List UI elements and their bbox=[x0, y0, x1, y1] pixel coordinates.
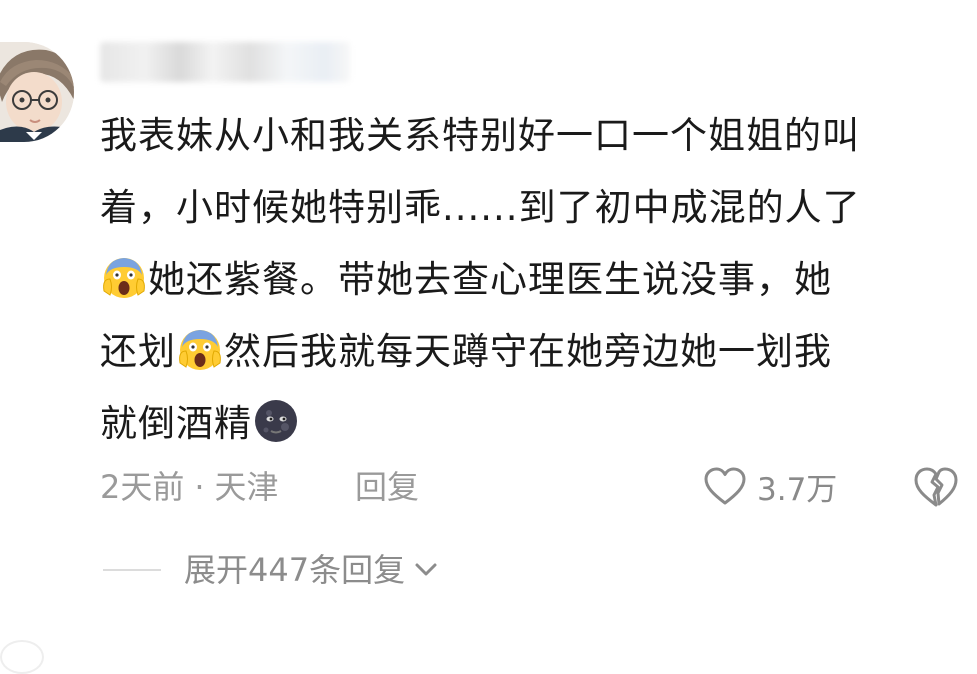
heart-icon bbox=[704, 467, 746, 505]
expand-replies-button[interactable]: 展开447条回复 bbox=[184, 546, 441, 594]
comment-line-4: 还划 然后我就每天蹲守在她旁边她一划我 bbox=[100, 316, 960, 388]
comment-text-segment: 然后我就每天蹲守在她旁边她一划我 bbox=[224, 330, 832, 373]
chevron-down-icon bbox=[415, 563, 437, 576]
meta-separator: · bbox=[194, 468, 205, 506]
comment-line-5: 就倒酒精 bbox=[100, 388, 960, 460]
broken-heart-icon[interactable] bbox=[912, 463, 960, 511]
screaming-face-emoji-icon bbox=[103, 258, 145, 298]
comment-text: 我表妹从小和我关系特别好一口一个姐姐的叫 着，小时候她特别乖......到了初中… bbox=[100, 100, 960, 460]
like-button[interactable]: 3.7万 bbox=[703, 462, 837, 510]
username-blurred[interactable] bbox=[100, 42, 350, 82]
comment-text-segment: 她还紫餐。带她去查心理医生说没事，她 bbox=[148, 258, 832, 301]
comment-location: 天津 bbox=[214, 468, 279, 506]
user-avatar[interactable] bbox=[0, 42, 74, 142]
expand-replies-label: 展开447条回复 bbox=[184, 551, 406, 589]
screaming-face-emoji-icon bbox=[179, 330, 221, 370]
comment-meta: 2天前 · 天津 bbox=[100, 463, 279, 511]
comment-text-segment: 我表妹从小和我关系特别好一口一个姐姐的叫 bbox=[100, 114, 860, 157]
reply-button[interactable]: 回复 bbox=[355, 463, 419, 511]
avatar-image bbox=[0, 42, 74, 142]
new-moon-face-emoji-icon bbox=[255, 400, 297, 442]
next-comment-avatar bbox=[0, 640, 44, 674]
comment-text-segment: 就倒酒精 bbox=[100, 402, 252, 445]
comment-text-segment: 还划 bbox=[100, 330, 176, 373]
like-count: 3.7万 bbox=[757, 471, 838, 508]
comment-text-segment: 着，小时候她特别乖......到了初中成混的人了 bbox=[100, 186, 861, 229]
comment-line-3: 她还紫餐。带她去查心理医生说没事，她 bbox=[100, 244, 960, 316]
comment-line-2: 着，小时候她特别乖......到了初中成混的人了 bbox=[100, 172, 960, 244]
comment-time: 2天前 bbox=[100, 468, 185, 506]
comment-line-1: 我表妹从小和我关系特别好一口一个姐姐的叫 bbox=[100, 100, 960, 172]
expand-divider bbox=[103, 569, 161, 571]
